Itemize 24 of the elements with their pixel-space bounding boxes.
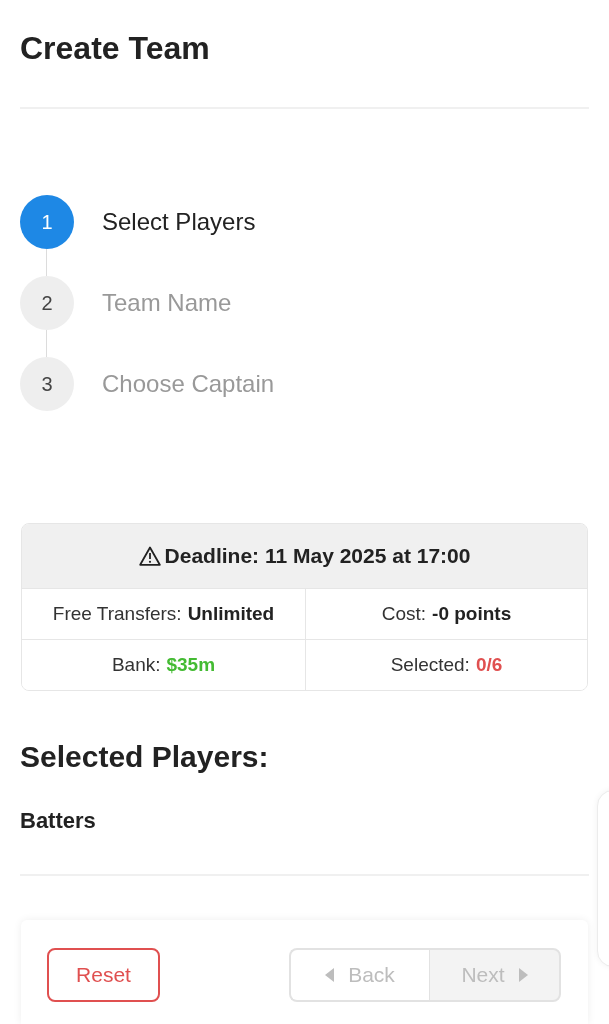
step-number: 1 — [20, 195, 74, 249]
caret-right-icon — [518, 968, 528, 982]
reset-button[interactable]: Reset — [47, 948, 160, 1002]
step-label: Select Players — [102, 207, 256, 237]
stat-value: -0 points — [432, 603, 512, 625]
stat-value: Unlimited — [187, 603, 275, 625]
stat-value: 0/6 — [475, 654, 503, 676]
caret-left-icon — [325, 968, 335, 982]
page-title: Create Team — [20, 29, 210, 68]
group-title: Batters — [20, 807, 96, 835]
step-label: Team Name — [102, 288, 232, 318]
step-number: 2 — [20, 276, 74, 330]
step-number: 3 — [20, 357, 74, 411]
stat-label: Selected: — [390, 654, 470, 676]
stat-label: Free Transfers: — [52, 603, 182, 625]
deadline-text: Deadline: 11 May 2025 at 17:00 — [164, 544, 471, 568]
stat-label: Cost: — [381, 603, 427, 625]
step-connector — [46, 330, 47, 357]
step-label: Choose Captain — [102, 369, 275, 399]
step-connector — [46, 249, 47, 276]
stat-label: Bank: — [111, 654, 161, 676]
section-title: Selected Players: — [20, 739, 269, 775]
warning-icon — [138, 546, 161, 566]
stat-value: $35m — [166, 654, 216, 676]
